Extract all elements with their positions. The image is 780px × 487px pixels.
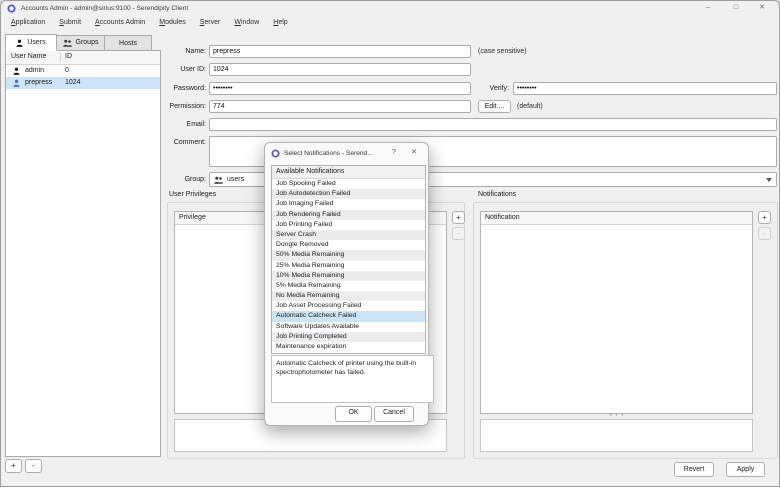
notification-option[interactable]: 50% Media Remaining [272,250,425,261]
column-divider [60,53,61,62]
title-bar: Accounts Admin - admin@sirius:9100 - Ser… [1,1,779,15]
verify-input[interactable] [513,82,777,95]
menu-modules[interactable]: Modules [152,15,192,30]
password-label: Password: [173,85,206,92]
name-label: Name: [185,48,206,55]
notification-option[interactable]: Job Imaging Failed [272,199,425,209]
chevron-down-icon [766,177,772,182]
notification-option[interactable]: Job Spooling Failed [272,179,425,189]
case-sensitive-note: (case sensitive) [478,48,527,55]
dialog-close-button[interactable]: ✕ [406,146,422,160]
available-notifications-header: Available Notifications [272,166,425,179]
notification-option[interactable]: Job Autodetection Failed [272,189,425,200]
notification-option[interactable]: Job Rendering Failed [272,209,425,220]
close-button[interactable]: ✕ [749,1,775,14]
app-icon [271,149,280,158]
app-window: Accounts Admin - admin@sirius:9100 - Ser… [0,0,780,487]
app-icon [7,4,16,13]
dialog-title: Select Notifications - Serend... [284,149,373,157]
notification-description-box [480,419,753,452]
notification-option[interactable]: Job Asset Processing Failed [272,301,425,311]
group-icon [214,176,223,184]
notification-description: Automatic Calcheck of printer using the … [271,355,434,403]
user-id-cell: 1024 [65,79,81,86]
notification-option[interactable]: 10% Media Remaining [272,270,425,281]
notification-options: Job Spooling Failed Job Autodetection Fa… [272,179,425,352]
menu-help[interactable]: Help [266,15,294,30]
add-notification-button[interactable]: + [758,211,771,224]
notification-option[interactable]: Maintenance expiration [272,342,425,352]
user-id-cell: 0 [65,67,69,74]
permission-label: Permission: [169,103,206,110]
permission-edit-button[interactable]: Edit ... [478,100,511,113]
notification-option[interactable]: Job Printing Failed [272,220,425,230]
add-privilege-button[interactable]: + [452,211,465,224]
permission-input[interactable] [209,100,471,113]
notification-option[interactable]: Server Crash [272,229,425,241]
name-input[interactable] [209,45,471,58]
notification-list[interactable]: Notification [480,211,753,414]
verify-label: Verify: [489,85,509,92]
add-user-button[interactable]: + [5,459,22,473]
available-notifications-list: Available Notifications Job Spooling Fai… [271,165,426,354]
notification-option[interactable]: Software Updates Available [272,322,425,332]
tab-groups-label: Groups [75,39,99,46]
apply-button[interactable]: Apply [726,462,765,477]
menu-server[interactable]: Server [193,15,228,30]
notification-column-header: Notification [481,212,752,225]
cancel-button[interactable]: Cancel [374,406,414,422]
notification-option[interactable]: 5% Media Remaining [272,281,425,291]
column-header-user-name[interactable]: User Name [11,51,46,63]
notification-option[interactable]: 25% Media Remaining [272,261,425,271]
group-label: Group: [184,176,206,183]
notifications-title: Notifications [478,191,517,198]
select-notifications-dialog: Select Notifications - Serend... ? ✕ Ava… [264,142,434,426]
menu-application[interactable]: Application [4,15,52,30]
user-icon [13,67,20,75]
email-label: Email: [186,121,206,128]
column-header-id[interactable]: ID [65,51,72,63]
ok-button[interactable]: OK [335,406,372,422]
notification-option[interactable]: Dongle Removed [272,240,425,250]
dialog-help-button[interactable]: ? [386,146,402,160]
group-icon [62,39,72,47]
dialog-title-bar[interactable]: Select Notifications - Serend... [265,143,428,163]
window-title: Accounts Admin - admin@sirius:9100 - Ser… [21,4,189,12]
revert-button[interactable]: Revert [674,462,714,477]
tab-users-label: Users [27,38,46,46]
user-name-cell: prepress [25,79,53,86]
tab-users[interactable]: Users [5,34,57,51]
user-name-cell: admin [25,67,45,74]
remove-notification-button[interactable]: - [758,227,771,240]
comment-label: Comment: [173,139,206,146]
notification-option[interactable]: Job Printing Completed [272,331,425,342]
permission-default-note: (default) [517,103,543,110]
user-id-label: User ID: [180,66,206,73]
group-selected-value: users [227,176,245,183]
user-icon [13,79,20,87]
tab-groups[interactable]: Groups [56,35,105,51]
minimize-button[interactable]: – [695,1,721,14]
user-privileges-title: User Privileges [169,191,217,198]
user-id-input[interactable] [209,63,471,76]
maximize-button[interactable]: □ [723,1,749,14]
menu-window[interactable]: Window [227,15,266,30]
remove-privilege-button[interactable]: - [452,227,465,240]
email-input[interactable] [209,118,777,131]
menu-bar: Application Submit Accounts Admin Module… [1,15,779,30]
menu-accounts-admin[interactable]: Accounts Admin [88,15,152,30]
notification-option[interactable]: No Media Remaining [272,291,425,302]
menu-submit[interactable]: Submit [52,15,88,30]
notification-option-selected[interactable]: Automatic Calcheck Failed [272,311,425,322]
user-icon [16,39,23,47]
password-input[interactable] [209,82,471,95]
remove-user-button[interactable]: - [25,459,42,473]
